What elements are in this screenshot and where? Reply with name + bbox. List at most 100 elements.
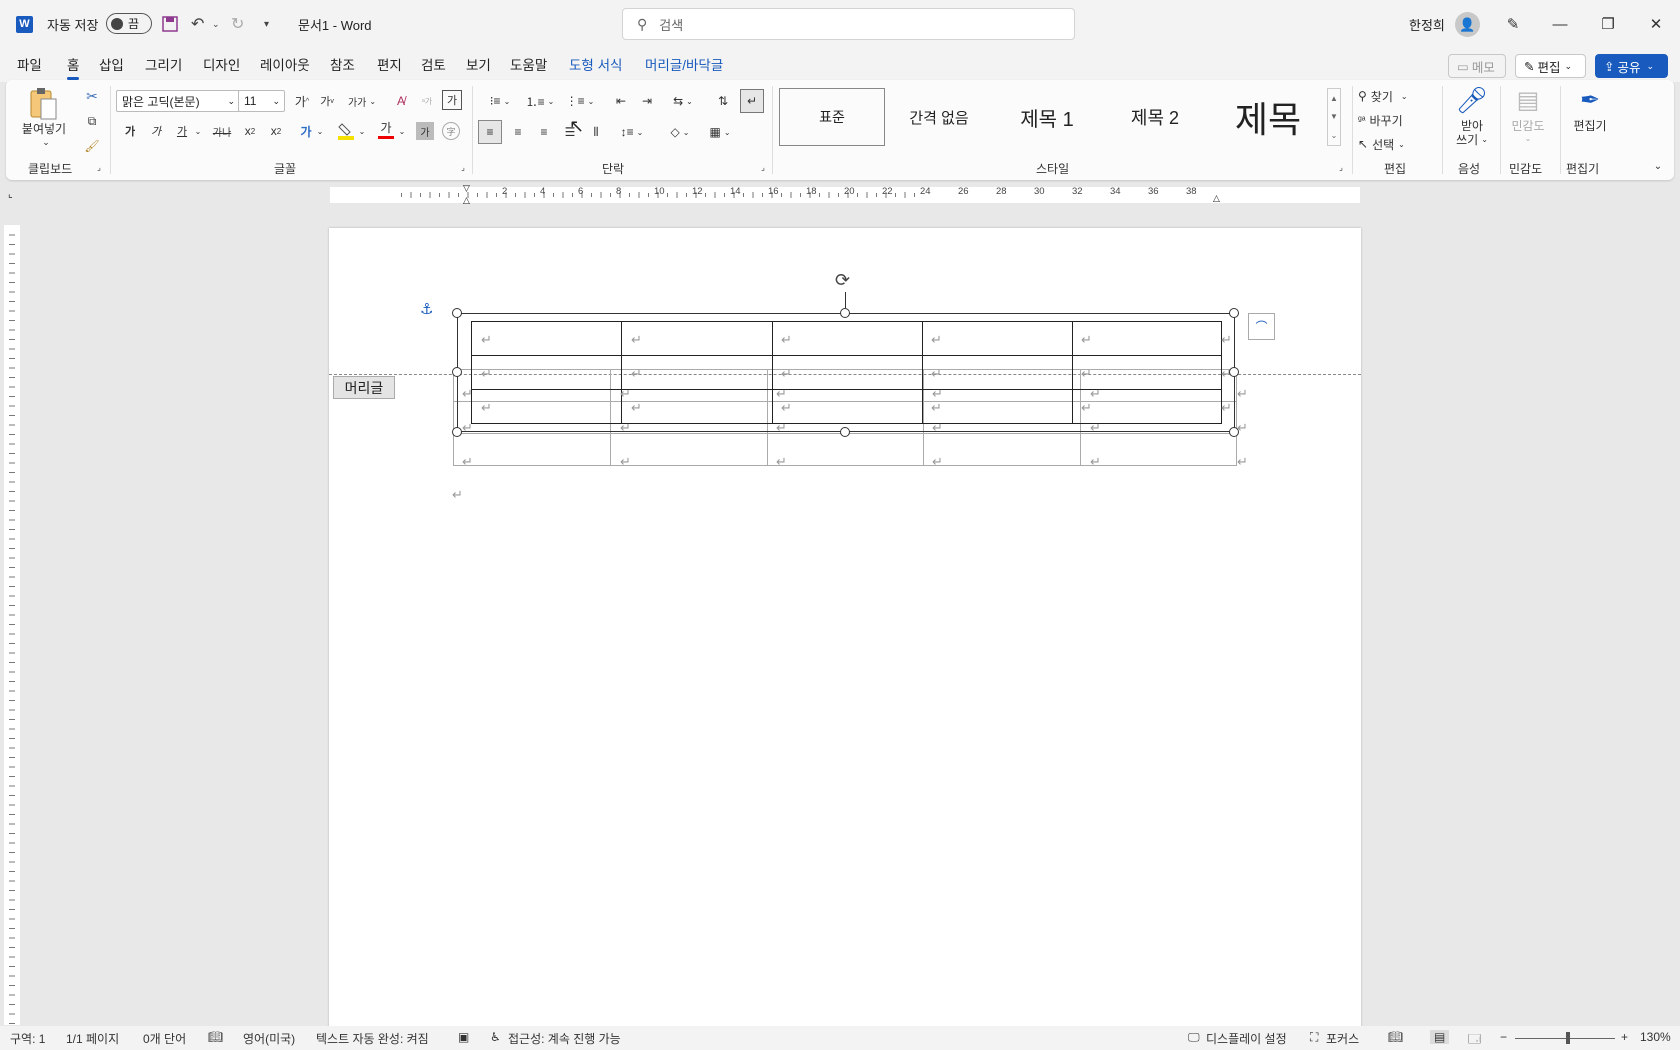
copy-icon[interactable]: ⧉ <box>82 111 102 131</box>
align-right-icon[interactable]: ≡ <box>532 120 556 144</box>
vertical-ruler[interactable] <box>4 225 20 1025</box>
display-settings[interactable]: 디스플레이 설정 <box>1206 1030 1287 1047</box>
paste-dropdown-icon[interactable]: ⌄ <box>40 136 52 148</box>
section-indicator[interactable]: 구역: 1 <box>10 1030 45 1047</box>
resize-handle-bottom-right[interactable] <box>1229 427 1239 437</box>
table-cell[interactable] <box>766 433 925 466</box>
highlight-icon[interactable] <box>336 120 356 142</box>
tab-insert[interactable]: 삽입 <box>99 54 124 74</box>
dialog-launcher-icon[interactable]: ⌟ <box>758 162 768 172</box>
style-normal[interactable]: 표준 <box>779 88 885 146</box>
increase-indent-icon[interactable]: ⇥ <box>636 90 658 112</box>
zoom-level[interactable]: 130% <box>1640 1030 1671 1044</box>
resize-handle-top-left[interactable] <box>452 308 462 318</box>
underline-button[interactable]: 가 <box>172 120 192 142</box>
styles-scroller[interactable]: ▲ ▼ ⌄ <box>1327 88 1341 146</box>
underline-dropdown-icon[interactable]: ⌄ <box>192 120 204 142</box>
pen-icon[interactable]: ✎ <box>1490 0 1536 48</box>
zoom-slider-thumb[interactable] <box>1566 1032 1570 1044</box>
numbering-icon[interactable]: ⒈≡ ⌄ <box>522 90 558 112</box>
table-cell[interactable] <box>923 433 1082 466</box>
style-heading-1[interactable]: 제목 1 <box>993 88 1101 146</box>
rotate-handle-icon[interactable]: ⟳ <box>835 270 850 291</box>
table-cell[interactable] <box>620 355 773 390</box>
shading-icon[interactable]: ◇ ⌄ <box>662 120 698 144</box>
chevron-down-icon[interactable]: ⌄ <box>1522 132 1534 144</box>
zoom-in-icon[interactable]: + <box>1621 1030 1628 1044</box>
borders-icon[interactable]: ▦ ⌄ <box>702 120 738 144</box>
table-cell[interactable] <box>771 389 924 424</box>
table-cell[interactable] <box>620 321 773 356</box>
distributed-icon[interactable]: ⫴ <box>584 120 608 144</box>
sensitivity-icon[interactable]: ▤ <box>1508 84 1548 116</box>
print-layout-icon[interactable]: ▤ <box>1430 1030 1450 1044</box>
multilevel-list-icon[interactable]: ⋮≡ ⌄ <box>562 90 598 112</box>
tab-mailings[interactable]: 편지 <box>377 54 402 74</box>
save-icon[interactable] <box>162 0 178 48</box>
paste-icon[interactable] <box>24 86 64 122</box>
page-indicator[interactable]: 1/1 페이지 <box>66 1030 119 1047</box>
resize-handle-bottom[interactable] <box>840 427 850 437</box>
tab-header-footer[interactable]: 머리글/바닥글 <box>645 54 723 74</box>
table-cell[interactable] <box>922 389 1074 424</box>
character-border-icon[interactable]: 가 <box>442 90 462 110</box>
table-cell[interactable] <box>453 433 611 466</box>
paste-label[interactable]: 붙여넣기 <box>20 120 68 136</box>
share-button[interactable]: ⇪ 공유 ⌄ <box>1595 54 1668 78</box>
font-name-combo[interactable]: 맑은 고딕(본문) ⌄ <box>116 90 240 112</box>
resize-handle-top[interactable] <box>840 308 850 318</box>
select-button[interactable]: ↖ 선택 ⌄ <box>1358 134 1428 154</box>
table-cell[interactable] <box>620 389 773 424</box>
table-cell[interactable] <box>922 355 1074 390</box>
zoom-slider[interactable] <box>1515 1038 1615 1039</box>
table-cell[interactable] <box>922 321 1074 356</box>
style-no-spacing[interactable]: 간격 없음 <box>885 88 993 146</box>
collapse-ribbon-icon[interactable]: ⌄ <box>1650 158 1666 174</box>
focus-mode[interactable]: 포커스 <box>1326 1030 1359 1047</box>
grow-font-icon[interactable]: 가 ^ <box>291 90 313 112</box>
search-box[interactable]: ⚲ 검색 <box>622 8 1075 40</box>
phonetic-guide-icon[interactable]: ᵃ가 <box>416 90 438 112</box>
language-indicator[interactable]: 영어(미국) <box>243 1030 295 1047</box>
enclose-characters-icon[interactable]: 字 <box>442 122 460 140</box>
tab-home[interactable]: 홈 <box>67 54 80 80</box>
scroll-up-icon[interactable]: ▲ <box>1330 94 1338 103</box>
redo-icon[interactable]: ↻ <box>231 0 244 48</box>
table-cell[interactable] <box>1080 433 1237 466</box>
scroll-down-icon[interactable]: ▼ <box>1330 112 1338 121</box>
strikethrough-button[interactable]: 가나 <box>210 120 234 142</box>
show-formatting-marks-icon[interactable]: ↵ <box>740 89 764 113</box>
table-cell[interactable] <box>1072 355 1222 390</box>
table-cell[interactable] <box>771 355 924 390</box>
font-size-combo[interactable]: 11 ⌄ <box>238 90 285 112</box>
dictate-button[interactable]: 쓰기 ⌄ <box>1448 132 1496 147</box>
read-mode-icon[interactable]: 📖︎ <box>1388 1030 1403 1044</box>
display-settings-icon[interactable]: 🖵 <box>1188 1030 1200 1045</box>
accessibility-icon[interactable]: ♿︎ <box>490 1030 501 1044</box>
microphone-icon[interactable]: 🎤︎ <box>1452 84 1492 116</box>
focus-icon[interactable]: ⛶ <box>1310 1030 1318 1045</box>
tab-references[interactable]: 참조 <box>330 54 355 74</box>
replace-button[interactable]: ᵍᵃ 바꾸기 <box>1358 110 1428 130</box>
tab-selector-icon[interactable]: ⌞ <box>8 189 13 200</box>
font-color-icon[interactable]: 가 <box>376 118 396 140</box>
bullets-icon[interactable]: ⁝≡ ⌄ <box>482 90 518 112</box>
asian-layout-icon[interactable]: ⇆ ⌄ <box>666 90 700 112</box>
style-title[interactable]: 제목 <box>1209 88 1327 146</box>
find-button[interactable]: ⚲ 찾기 ⌄ <box>1358 86 1428 106</box>
tab-draw[interactable]: 그리기 <box>145 54 182 74</box>
layout-options-icon[interactable]: ⌒ <box>1248 313 1275 340</box>
table-cell[interactable] <box>471 321 622 356</box>
table-cell[interactable] <box>609 433 768 466</box>
undo-dropdown-icon[interactable]: ⌄ <box>212 0 220 48</box>
table-cell[interactable] <box>471 389 622 424</box>
subscript-icon[interactable]: x2 <box>240 120 260 142</box>
autosave-toggle[interactable]: 끔 <box>106 13 152 34</box>
table-cell[interactable] <box>471 355 622 390</box>
align-left-icon[interactable]: ≡ <box>478 120 502 144</box>
sensitivity-button[interactable]: 민감도 <box>1502 118 1554 133</box>
horizontal-ruler[interactable]: ⌞ 2 4 6 8 10 12 14 16 18 20 22 24 26 28 30 32 34 36 38 ▽ △… <box>0 183 1680 207</box>
editing-mode-button[interactable]: ✎ 편집 ⌄ <box>1515 54 1586 78</box>
tab-shape-format[interactable]: 도형 서식 <box>569 54 622 74</box>
character-shading-icon[interactable]: 가 <box>416 122 434 140</box>
